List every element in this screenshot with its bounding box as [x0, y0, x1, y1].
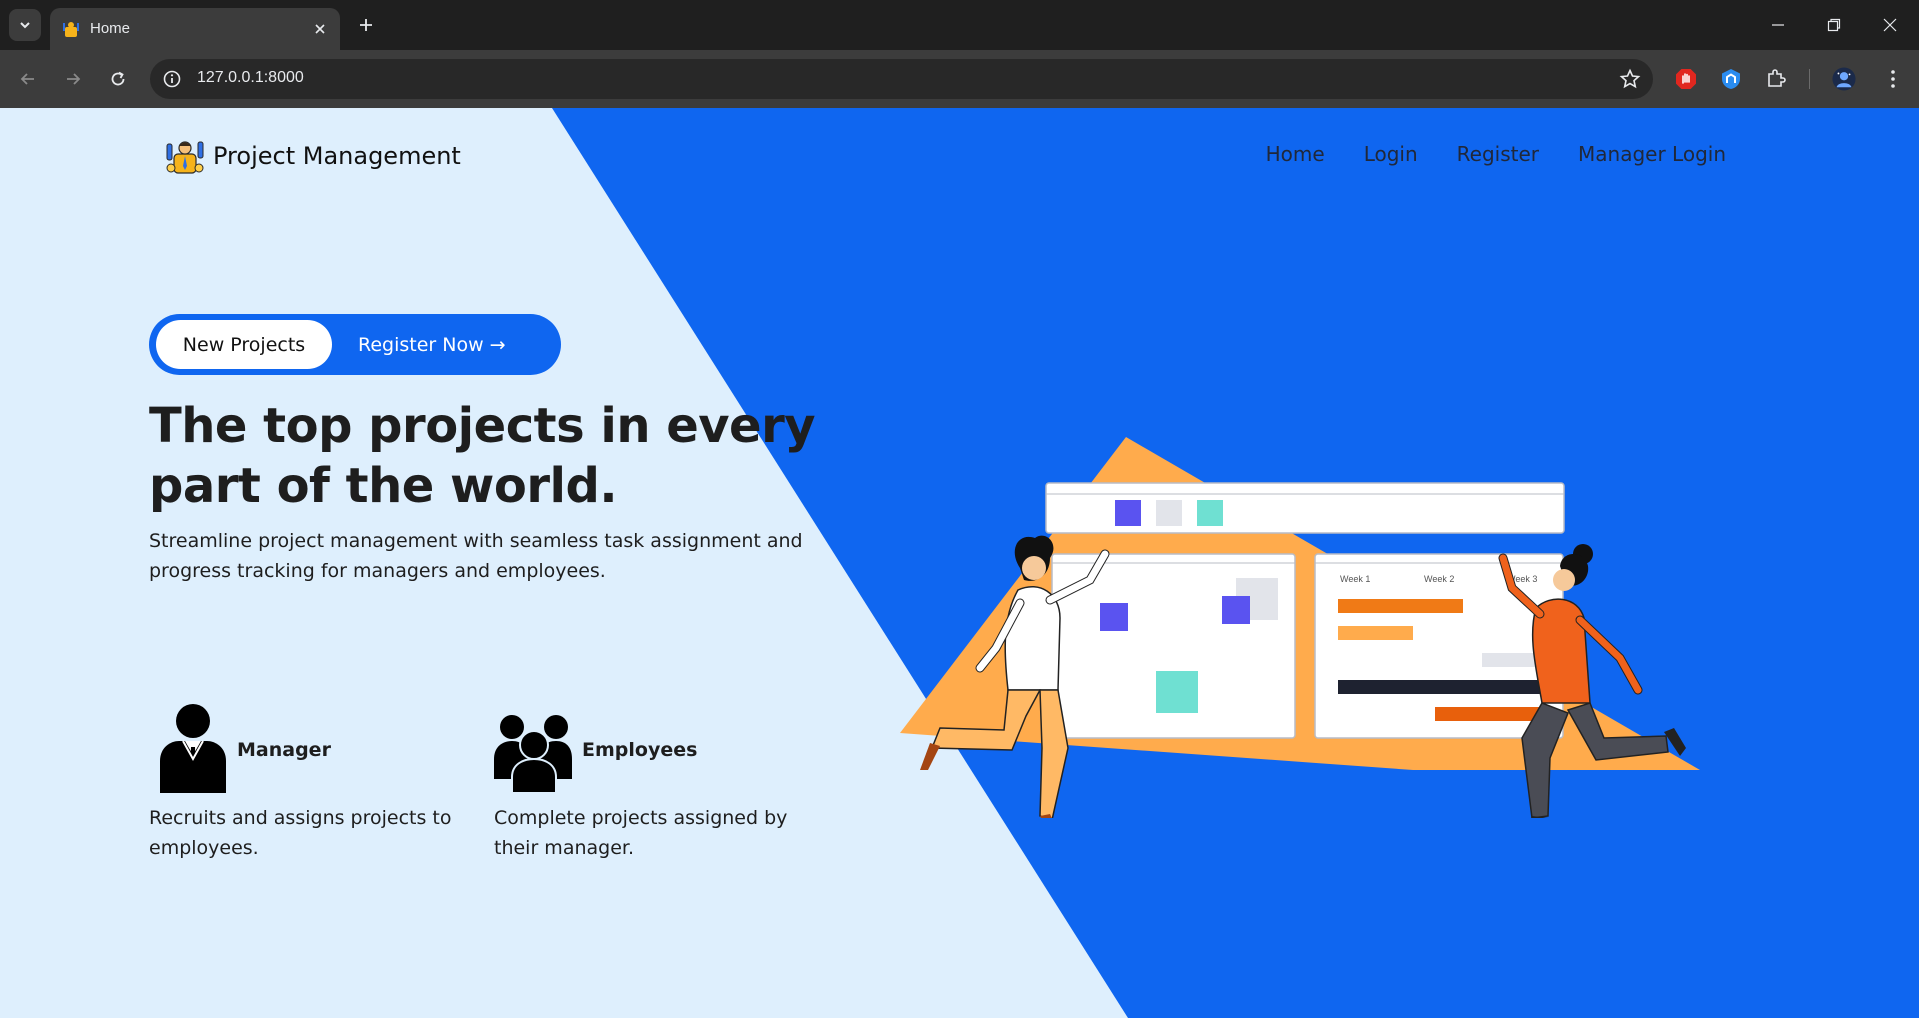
nav-link-register[interactable]: Register	[1457, 142, 1539, 166]
chevron-down-icon	[20, 22, 30, 29]
nav-link-manager-login[interactable]: Manager Login	[1578, 142, 1726, 166]
toolbar-separator	[1809, 69, 1810, 89]
arrow-right-icon	[67, 73, 81, 85]
restore-button[interactable]	[1818, 9, 1850, 41]
role-desc-manager: Recruits and assigns projects to employe…	[149, 807, 452, 859]
minimize-icon	[1772, 24, 1784, 26]
avatar-icon	[1832, 67, 1856, 91]
brand-logo-link[interactable]: Project Management	[165, 136, 461, 176]
register-now-link[interactable]: Register Now →	[358, 314, 506, 375]
team-logo-icon	[166, 141, 204, 174]
browser-tab-bar: Home	[0, 0, 1919, 50]
role-title-employees: Employees	[582, 739, 698, 761]
week-2-label: Week 2	[1424, 574, 1454, 584]
role-card-manager: Manager Recruits and assigns projects to…	[149, 703, 469, 863]
main-nav: Home Login Register Manager Login	[1266, 142, 1726, 166]
stop-hand-icon	[1676, 69, 1696, 89]
url-text[interactable]: 127.0.0.1:8000	[197, 69, 304, 87]
new-projects-badge: New Projects	[156, 320, 332, 369]
extension-blue-icon[interactable]	[1719, 67, 1743, 91]
employees-group-icon	[494, 715, 572, 793]
tab-title: Home	[90, 20, 131, 37]
restore-icon	[1827, 18, 1841, 32]
project-board-illustration: Week 1 Week 2 Week 3	[900, 437, 1700, 818]
reload-button[interactable]	[101, 62, 135, 96]
close-icon	[1883, 18, 1897, 32]
brand-name: Project Management	[213, 142, 461, 170]
headline-line-1: The top projects in every	[149, 398, 816, 454]
tab-search-button[interactable]	[9, 9, 41, 41]
hero-lead-text: Streamline project management with seaml…	[149, 530, 803, 582]
address-bar[interactable]: 127.0.0.1:8000	[150, 59, 1653, 99]
manager-icon	[160, 704, 226, 793]
browser-toolbar: 127.0.0.1:8000	[0, 50, 1919, 108]
browser-tab-home[interactable]: Home	[50, 8, 340, 50]
week-1-label: Week 1	[1340, 574, 1370, 584]
nav-link-home[interactable]: Home	[1266, 142, 1325, 166]
reload-icon	[111, 71, 125, 86]
arrow-left-icon	[20, 73, 34, 85]
page-viewport: Project Management Home Login Register M…	[0, 108, 1919, 1018]
hero-headline: The top projects in every part of the wo…	[149, 396, 829, 516]
role-card-employees: Employees Complete projects assigned by …	[494, 703, 814, 863]
forward-button[interactable]	[56, 62, 90, 96]
minimize-button[interactable]	[1762, 9, 1794, 41]
puzzle-icon	[1768, 69, 1786, 87]
close-window-button[interactable]	[1874, 9, 1906, 41]
adblock-extension-icon[interactable]	[1674, 67, 1698, 91]
role-desc-employees: Complete projects assigned by their mana…	[494, 807, 788, 859]
browser-menu-button[interactable]	[1881, 67, 1905, 91]
role-title-manager: Manager	[237, 739, 331, 761]
hero-cta-pill: New Projects Register Now →	[149, 314, 561, 375]
site-info-icon[interactable]	[162, 69, 182, 89]
shield-icon	[1722, 69, 1740, 89]
headline-line-2: part of the world.	[149, 458, 618, 514]
tab-close-button[interactable]	[310, 19, 330, 39]
kebab-menu-icon	[1891, 70, 1895, 88]
back-button[interactable]	[11, 62, 45, 96]
nav-link-login[interactable]: Login	[1364, 142, 1418, 166]
plus-icon	[360, 19, 372, 31]
new-tab-button[interactable]	[354, 13, 378, 37]
favicon-icon	[63, 22, 79, 37]
extensions-button[interactable]	[1764, 67, 1788, 91]
close-icon	[315, 24, 325, 34]
bookmark-star-icon[interactable]	[1619, 68, 1641, 90]
profile-button[interactable]	[1832, 67, 1856, 91]
